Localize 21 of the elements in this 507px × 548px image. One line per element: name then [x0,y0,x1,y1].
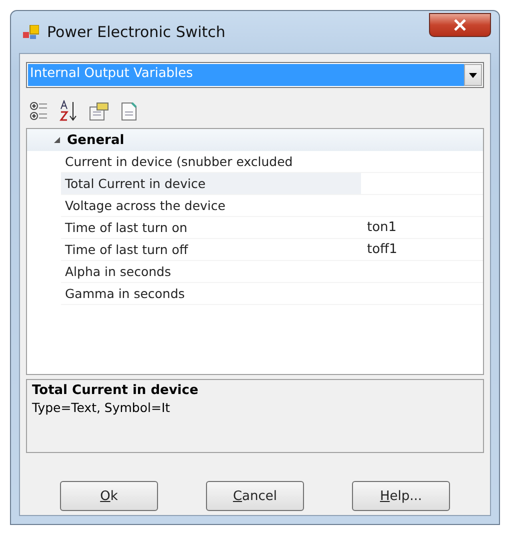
categorized-icon [29,101,49,121]
expanded-icon[interactable] [53,136,61,144]
dialog-button[interactable]: Ok [60,481,158,511]
properties-icon [88,101,110,121]
caret-icon [469,72,477,78]
property-value: toff1 [361,239,483,261]
property-value: ton1 [361,217,483,239]
dialog-button[interactable]: Cancel [206,481,304,511]
page-icon [119,101,139,121]
category-label: General [66,132,124,148]
description-text: Type=Text, Symbol=It [32,400,172,415]
window-title: Power Electronic Switch [47,23,226,41]
description-title: Total Current in device [32,383,200,398]
property-label[interactable]: Total Current in device [61,173,361,195]
close-icon [453,19,467,31]
sort-icon [59,100,79,122]
close-button[interactable] [429,13,491,37]
dialog-button[interactable]: Help... [352,481,450,511]
dropdown-button[interactable] [464,64,482,86]
app-icon [23,25,39,39]
toolbar-button[interactable] [28,100,50,122]
